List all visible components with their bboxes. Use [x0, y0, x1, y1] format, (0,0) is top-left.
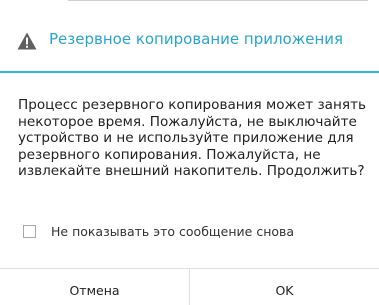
- dont-show-again-checkbox[interactable]: [23, 224, 36, 238]
- backup-dialog: Резервное копирование приложения Процесс…: [0, 0, 379, 305]
- dialog-title: Резервное копирование приложения: [49, 30, 344, 48]
- ok-button[interactable]: OK: [190, 269, 379, 305]
- dont-show-again-option[interactable]: Не показывать это сообщение снова: [23, 222, 294, 240]
- dont-show-again-label: Не показывать это сообщение снова: [51, 223, 295, 239]
- cancel-button[interactable]: Отмена: [0, 269, 189, 305]
- dialog-button-bar: Отмена OK: [0, 268, 379, 305]
- dialog-title-bar: Резервное копирование приложения: [0, 0, 379, 74]
- dialog-message: Процесс резервного копирования может зан…: [18, 97, 366, 180]
- warning-icon: [17, 32, 37, 50]
- title-divider: [0, 71, 379, 73]
